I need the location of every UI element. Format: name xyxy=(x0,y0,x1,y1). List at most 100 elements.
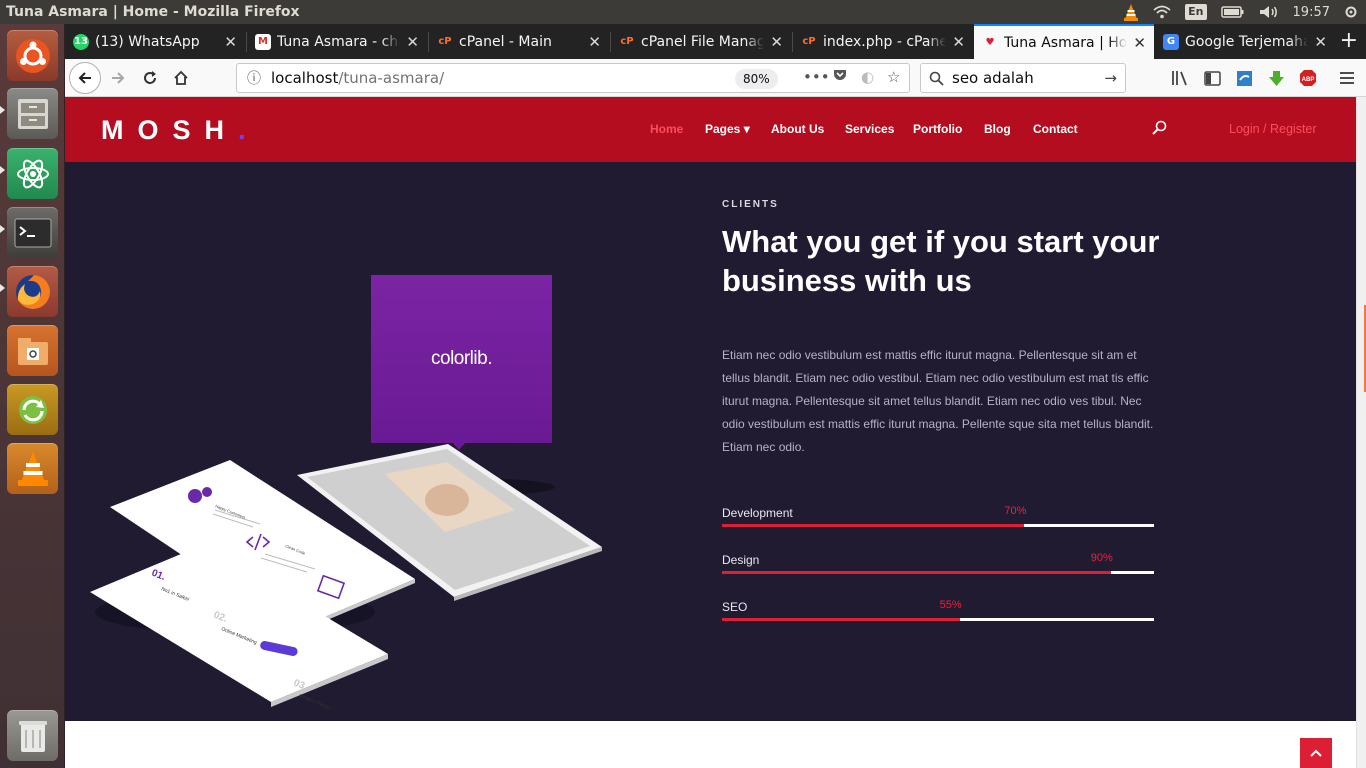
home-button[interactable] xyxy=(166,63,196,93)
terminal-icon[interactable] xyxy=(7,207,58,258)
site-search-icon[interactable] xyxy=(1151,120,1167,140)
adblock-plus-label: ABP xyxy=(1302,77,1315,83)
atom-editor-icon[interactable] xyxy=(7,148,58,199)
search-input[interactable]: seo adalah xyxy=(952,69,1034,87)
section-headline: What you get if you start your business … xyxy=(722,224,1160,298)
url-path: /tuna-asmara/ xyxy=(338,69,445,87)
skill-progress-track xyxy=(722,524,1154,527)
skill-progress-fill xyxy=(722,618,960,621)
site-header: MOSH. Home Pages ▾ About Us Services Por… xyxy=(65,97,1356,162)
skill-percent: 70% xyxy=(1004,505,1027,517)
search-icon xyxy=(929,71,944,86)
cpanel-icon: cP xyxy=(802,36,816,47)
logo-text: MOSH xyxy=(101,115,238,145)
nav-contact[interactable]: Contact xyxy=(1033,122,1078,136)
url-host: localhost xyxy=(271,69,339,87)
wifi-icon[interactable] xyxy=(1153,5,1171,19)
close-icon[interactable]: ✕ xyxy=(1314,33,1327,51)
close-icon[interactable]: ✕ xyxy=(224,33,237,51)
page-scrollbar[interactable] xyxy=(1356,97,1366,768)
page-actions-icon[interactable]: ••• xyxy=(803,68,830,86)
vlc-tray-icon[interactable] xyxy=(1123,3,1139,21)
tab-cpanel-main[interactable]: cP cPanel - Main ✕ xyxy=(429,24,609,59)
web-page: MOSH. Home Pages ▾ About Us Services Por… xyxy=(65,97,1356,768)
sidebar-icon[interactable] xyxy=(1202,68,1222,88)
tab-strip: 13 (13) WhatsApp ✕ M Tuna Asmara - cha ✕… xyxy=(65,24,1366,59)
new-tab-button[interactable]: + xyxy=(1340,28,1358,53)
scroll-to-top-button[interactable] xyxy=(1300,738,1332,768)
bookmark-star-icon[interactable]: ☆ xyxy=(887,68,900,86)
site-info-icon[interactable]: ⓘ xyxy=(247,68,261,88)
close-icon[interactable]: ✕ xyxy=(1133,34,1146,52)
app-mockup-illustration: 01. No1 in Sales! 02. Online Marketing 0… xyxy=(90,444,602,712)
clock[interactable]: 19:57 xyxy=(1293,5,1330,20)
adblock-plus-icon[interactable]: ABP xyxy=(1298,68,1318,88)
nav-blog[interactable]: Blog xyxy=(984,122,1011,136)
nav-portfolio[interactable]: Portfolio xyxy=(913,122,962,136)
tab-whatsapp[interactable]: 13 (13) WhatsApp ✕ xyxy=(65,24,245,59)
tab-gmail[interactable]: M Tuna Asmara - cha ✕ xyxy=(247,24,427,59)
tab-tuna-asmara-active[interactable]: ♥ Tuna Asmara | Ho ✕ xyxy=(974,24,1154,59)
file-manager-icon[interactable] xyxy=(7,88,58,139)
skill-label: SEO xyxy=(722,600,748,614)
address-bar[interactable]: ⓘ localhost/tuna-asmara/ 80% ••• ◐ ☆ xyxy=(236,63,910,93)
keyboard-layout-indicator[interactable]: En xyxy=(1185,4,1207,20)
zoom-indicator[interactable]: 80% xyxy=(735,69,778,89)
trash-icon[interactable] xyxy=(7,710,58,761)
close-icon[interactable]: ✕ xyxy=(952,33,965,51)
nav-pages-dropdown[interactable]: Pages ▾ xyxy=(705,122,750,136)
hamburger-menu-icon[interactable] xyxy=(1337,68,1357,88)
running-indicator xyxy=(0,225,5,233)
tab-label: cPanel File Manag xyxy=(641,33,765,50)
heart-icon: ♥ xyxy=(985,37,995,48)
skill-progress-track xyxy=(722,618,1154,621)
extension-screenshot-icon[interactable] xyxy=(1234,68,1254,88)
tab-label: (13) WhatsApp xyxy=(95,33,200,50)
tab-google-translate[interactable]: G Google Terjemaha ✕ xyxy=(1155,24,1335,59)
library-icon[interactable] xyxy=(1170,68,1190,88)
reload-button[interactable] xyxy=(135,63,165,93)
section-eyebrow: CLIENTS xyxy=(722,199,779,210)
files-archive-icon[interactable] xyxy=(7,325,58,376)
brand-card-pointer xyxy=(453,443,465,450)
pocket-icon[interactable] xyxy=(833,68,847,86)
nav-about[interactable]: About Us xyxy=(771,122,824,136)
software-updater-icon[interactable] xyxy=(7,384,58,435)
download-extension-icon[interactable] xyxy=(1266,68,1286,88)
skill-label: Design xyxy=(722,553,760,567)
running-indicator xyxy=(0,284,5,292)
power-gear-icon[interactable] xyxy=(1344,5,1358,19)
tab-cpanel-file-manager[interactable]: cP cPanel File Manag ✕ xyxy=(611,24,791,59)
ubuntu-dash-icon[interactable] xyxy=(7,30,58,81)
firefox-window: 13 (13) WhatsApp ✕ M Tuna Asmara - cha ✕… xyxy=(65,24,1366,768)
nav-services[interactable]: Services xyxy=(845,122,894,136)
colorlib-brand-card: colorlib. xyxy=(371,275,552,443)
running-indicator xyxy=(0,166,5,174)
back-button[interactable] xyxy=(69,62,101,94)
skill-progress-fill xyxy=(722,524,1025,527)
window-title: Tuna Asmara | Home - Mozilla Firefox xyxy=(6,4,300,20)
nav-home[interactable]: Home xyxy=(650,122,683,136)
whatsapp-icon: 13 xyxy=(73,33,89,50)
search-go-icon[interactable]: → xyxy=(1104,69,1117,87)
battery-icon[interactable] xyxy=(1220,6,1245,18)
volume-icon[interactable] xyxy=(1259,5,1279,19)
tab-label: Google Terjemaha xyxy=(1185,33,1309,50)
close-icon[interactable]: ✕ xyxy=(588,33,601,51)
site-logo[interactable]: MOSH. xyxy=(101,115,246,146)
close-icon[interactable]: ✕ xyxy=(770,33,783,51)
vlc-icon[interactable] xyxy=(7,443,58,494)
forward-button[interactable] xyxy=(103,63,133,93)
next-section xyxy=(65,721,1356,768)
google-translate-icon: G xyxy=(1163,33,1179,50)
tab-label: Tuna Asmara | Ho xyxy=(1004,34,1128,51)
firefox-icon[interactable] xyxy=(7,266,58,317)
tracking-icon[interactable]: ◐ xyxy=(861,68,874,86)
skill-progress-fill xyxy=(722,571,1111,574)
login-register-link[interactable]: Login / Register xyxy=(1229,122,1317,136)
tab-label: cPanel - Main xyxy=(459,33,552,50)
close-icon[interactable]: ✕ xyxy=(406,33,419,51)
search-bar[interactable]: seo adalah → xyxy=(920,63,1126,93)
tab-cpanel-index[interactable]: cP index.php - cPane ✕ xyxy=(793,24,973,59)
system-tray: En 19:57 xyxy=(1123,0,1358,24)
